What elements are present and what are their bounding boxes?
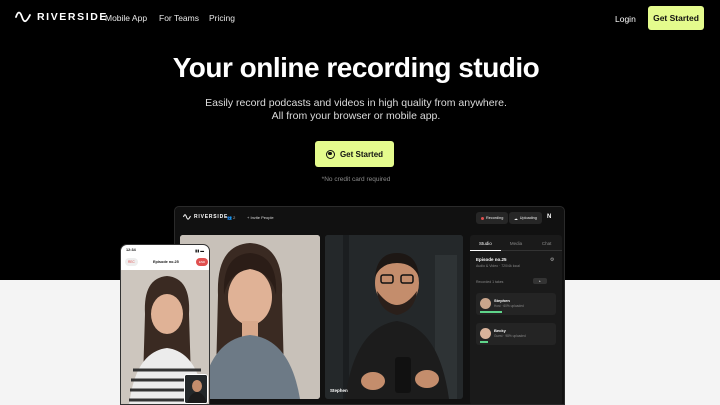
studio-brand: RIVERSIDE (194, 214, 229, 220)
uploading-status: ☁ Uploading (509, 212, 542, 224)
nav-link-mobile-app[interactable]: Mobile App (105, 13, 147, 23)
cloud-icon: ☁ (514, 216, 518, 221)
login-link[interactable]: Login (615, 14, 636, 24)
hero-get-started-button[interactable]: Get Started (315, 141, 394, 167)
participant-row: Becky Guest · 98% uploaded (476, 323, 556, 345)
people-count: 👥 2 (227, 215, 236, 220)
hero-subtitle-line2: All from your browser or mobile app. (271, 110, 441, 122)
brand-logo[interactable]: RIVERSIDE (15, 11, 108, 23)
host-video-illustration (325, 235, 463, 399)
wave-logo-icon (15, 11, 31, 23)
tab-media: Media (500, 239, 532, 251)
no-credit-card-note: *No credit card required (321, 176, 391, 183)
user-avatar: N (547, 214, 552, 220)
upload-progress-bar (480, 311, 502, 313)
takes-button: ▸ (533, 278, 547, 284)
phone-time: 12:34 (126, 248, 136, 252)
episode-subtitle: Audio & Video · 720/4k local (476, 264, 520, 268)
nav-get-started-button[interactable]: Get Started (648, 6, 704, 30)
phone-mockup: 12:34 ▮▮ ▬ REC Episode no.25 END (120, 244, 210, 405)
people-count-value: 2 (233, 215, 236, 220)
recording-status: Recording (476, 212, 509, 224)
brand-name: RIVERSIDE (37, 11, 108, 23)
pip-host-illustration (185, 375, 207, 403)
speaker-name-label: Stephen (330, 388, 348, 393)
avatar (480, 328, 491, 339)
uploading-label: Uploading (519, 216, 537, 220)
record-icon (325, 149, 335, 159)
recorded-takes-label: Recorded 1 takes (476, 280, 504, 284)
signal-battery-icon: ▮▮ ▬ (195, 249, 205, 253)
phone-end-button: END (196, 258, 208, 266)
participant-status: Host · 60% uploaded (494, 304, 524, 308)
phone-episode-title: Episode no.25 (153, 260, 179, 264)
episode-title: Episode no.25 (476, 257, 507, 262)
top-nav: RIVERSIDE Mobile App For Teams Pricing L… (0, 0, 720, 36)
phone-rec-badge: REC (125, 258, 138, 266)
hero-headline: Your online recording studio (172, 52, 540, 83)
panel-tabs: Studio Media Chat (470, 239, 563, 251)
participant-name: Stephen (494, 298, 510, 303)
invite-people-button: + Invite People (247, 215, 274, 220)
tab-chat: Chat (531, 239, 563, 251)
studio-side-panel: Studio Media Chat Episode no.25 Audio & … (470, 235, 563, 404)
hero-subtitle-line1: Easily record podcasts and videos in hig… (205, 97, 507, 109)
gear-icon: ⚙ (550, 257, 555, 263)
invite-label: Invite People (250, 215, 274, 220)
recording-dot-icon (481, 216, 484, 220)
wave-logo-icon (183, 214, 191, 220)
nav-link-pricing[interactable]: Pricing (209, 13, 235, 23)
video-tile-host: Stephen (325, 235, 463, 399)
phone-host-pip (184, 374, 208, 404)
participant-row: Stephen Host · 60% uploaded (476, 293, 556, 315)
tab-studio: Studio (470, 239, 501, 251)
recording-label: Recording (486, 216, 504, 220)
nav-link-for-teams[interactable]: For Teams (159, 13, 199, 23)
participant-name: Becky (494, 328, 506, 333)
phone-video (121, 270, 209, 404)
hero-cta-label: Get Started (339, 149, 384, 159)
avatar (480, 298, 491, 309)
upload-progress-bar (480, 341, 488, 343)
participant-status: Guest · 98% uploaded (494, 334, 526, 338)
studio-logo: RIVERSIDE (183, 214, 228, 220)
studio-mockup: RIVERSIDE 👥 2 + Invite People Recording … (174, 206, 565, 405)
